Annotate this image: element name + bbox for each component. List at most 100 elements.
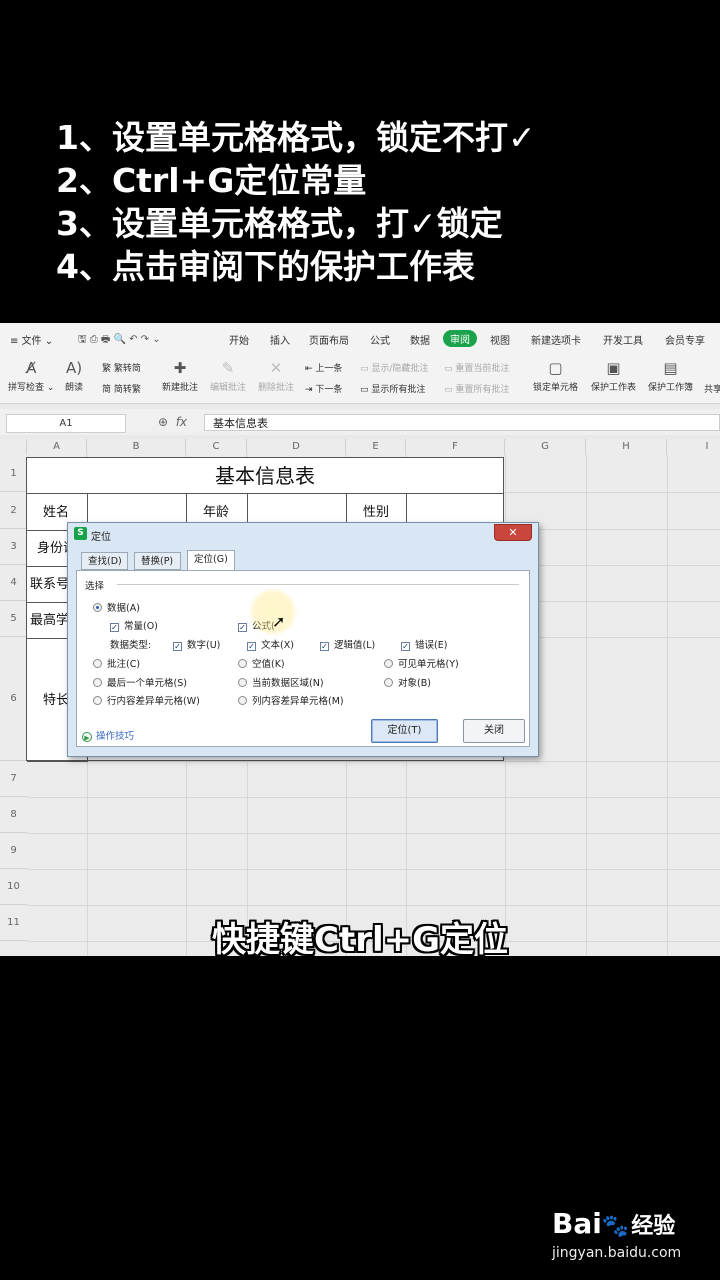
radio-data[interactable]: 数据(A): [93, 600, 140, 614]
tab-new[interactable]: 新建选项卡: [531, 332, 581, 347]
tips-link[interactable]: ▶ 操作技巧: [82, 728, 134, 742]
read-aloud-button[interactable]: A) 朗读: [65, 359, 83, 393]
row-header[interactable]: 2: [0, 492, 27, 529]
file-menu[interactable]: ≡ 文件 ⌄: [10, 332, 53, 347]
quick-access-icons[interactable]: 🖫 ⎙ 🖶 🔍 ↶ ↷ ⌄: [78, 332, 161, 349]
col-header[interactable]: A: [27, 439, 87, 455]
row-header[interactable]: 7: [0, 761, 27, 797]
tip-icon: ▶: [82, 732, 92, 742]
show-all-comments-button[interactable]: ▭ 显示所有批注: [360, 382, 425, 395]
delete-comment-button[interactable]: ✕ 删除批注: [258, 359, 294, 393]
convert-icon: 简: [102, 385, 112, 395]
col-header[interactable]: E: [346, 439, 406, 455]
formula-input[interactable]: 基本信息表: [204, 414, 720, 431]
review-ribbon: A̸ 拼写检查 ⌄ A) 朗读 繁 繁转简 简 简转繁 ✚ 新建批注 ✎ 编辑批注 ✕ 删…: [0, 353, 720, 404]
trad-to-simp-button[interactable]: 繁 繁转简: [102, 361, 141, 374]
row-header[interactable]: 5: [0, 601, 27, 637]
table-title[interactable]: 基本信息表: [27, 458, 504, 494]
row-header[interactable]: 1: [0, 455, 27, 492]
radio-blank[interactable]: 空值(K): [238, 656, 285, 670]
col-header[interactable]: H: [586, 439, 667, 455]
dialog-title: 定位: [91, 532, 111, 543]
goto-dialog: S 定位 ✕ 查找(D) 替换(P) 定位(G) 选择 数据(A) ✓ 常量(O)…: [67, 522, 539, 757]
radio-row-differences[interactable]: 行内容差异单元格(W): [93, 693, 200, 707]
video-subtitle: 快捷键Ctrl+G定位: [211, 920, 509, 960]
comment-icon: ▭: [360, 385, 369, 395]
row-header[interactable]: 4: [0, 565, 27, 601]
locate-button[interactable]: 定位(T): [371, 719, 438, 743]
radio-icon: [238, 696, 247, 705]
check-error[interactable]: ✓ 错误(E): [401, 637, 447, 651]
row-header[interactable]: 3: [0, 529, 27, 565]
tab-developer[interactable]: 开发工具: [603, 332, 643, 347]
check-logic[interactable]: ✓ 逻辑值(L): [320, 637, 375, 651]
tab-data[interactable]: 数据: [410, 332, 430, 347]
close-button[interactable]: 关闭: [463, 719, 525, 743]
radio-last-cell[interactable]: 最后一个单元格(S): [93, 675, 187, 689]
radio-comment[interactable]: 批注(C): [93, 656, 140, 670]
prev-comment-button[interactable]: ⇤ 上一条: [305, 361, 342, 374]
row-header[interactable]: 10: [0, 869, 27, 905]
protect-workbook-button[interactable]: ▤ 保护工作簿: [648, 359, 693, 393]
row-header[interactable]: 6: [0, 637, 27, 761]
radio-icon: [238, 678, 247, 687]
protect-sheet-button[interactable]: ▣ 保护工作表: [591, 359, 636, 393]
lock-cell-button[interactable]: ▢ 锁定单元格: [533, 359, 578, 393]
instruction-steps: 1、设置单元格格式，锁定不打✓ 2、Ctrl+G定位常量 3、设置单元格格式，打…: [56, 116, 536, 288]
tab-page-layout[interactable]: 页面布局: [309, 332, 349, 347]
radio-selected-icon: [93, 603, 102, 612]
share-button[interactable]: 共享: [704, 382, 720, 395]
tab-goto[interactable]: 定位(G): [187, 550, 235, 571]
section-label: 选择: [85, 581, 105, 592]
radio-objects[interactable]: 对象(B): [384, 675, 431, 689]
corner-cell[interactable]: [0, 439, 27, 455]
spell-check-button[interactable]: A̸ 拼写检查 ⌄: [8, 359, 54, 393]
wps-logo-icon: S: [74, 527, 87, 540]
radio-column-differences[interactable]: 列内容差异单元格(M): [238, 693, 344, 707]
fx-icon[interactable]: ⊕ fx: [158, 415, 187, 429]
reset-current-comment-button[interactable]: ▭ 重置当前批注: [444, 361, 509, 374]
radio-visible-cells[interactable]: 可见单元格(Y): [384, 656, 459, 670]
col-header[interactable]: D: [247, 439, 346, 455]
step-4: 4、点击审阅下的保护工作表: [56, 247, 475, 286]
radio-current-region[interactable]: 当前数据区域(N): [238, 675, 324, 689]
next-comment-button[interactable]: ⇥ 下一条: [305, 382, 342, 395]
dialog-titlebar[interactable]: S 定位 ✕: [68, 523, 538, 545]
reset-all-comments-button[interactable]: ▭ 重置所有批注: [444, 382, 509, 395]
menu-bar: ≡ 文件 ⌄ 🖫 ⎙ 🖶 🔍 ↶ ↷ ⌄ 开始 插入 页面布局 公式 数据 审阅…: [0, 323, 720, 353]
reset-icon: ▭: [444, 385, 453, 395]
baidu-watermark: Bai🐾经验 jingyan.baidu.com: [552, 1207, 681, 1261]
data-types-label: 数据类型:: [110, 640, 152, 651]
tab-insert[interactable]: 插入: [270, 332, 290, 347]
dialog-close-button[interactable]: ✕: [494, 524, 532, 541]
name-box[interactable]: A1: [6, 414, 126, 433]
baidu-paw-icon: 🐾: [601, 1214, 630, 1239]
tab-review[interactable]: 审阅: [443, 330, 477, 347]
step-1: 1、设置单元格格式，锁定不打✓: [56, 118, 536, 157]
row-header[interactable]: 9: [0, 833, 27, 869]
tab-member[interactable]: 会员专享: [665, 332, 705, 347]
col-header[interactable]: G: [505, 439, 586, 455]
row-header[interactable]: 8: [0, 797, 27, 833]
comment-icon: ▭: [360, 364, 369, 374]
tab-formula[interactable]: 公式: [370, 332, 390, 347]
check-number[interactable]: ✓ 数字(U): [173, 637, 220, 651]
col-header[interactable]: F: [406, 439, 505, 455]
tab-replace[interactable]: 替换(P): [134, 552, 181, 570]
tab-home[interactable]: 开始: [229, 332, 249, 347]
check-icon: ✓: [110, 623, 119, 632]
check-text[interactable]: ✓ 文本(X): [247, 637, 294, 651]
tab-find[interactable]: 查找(D): [81, 552, 128, 570]
edit-comment-button[interactable]: ✎ 编辑批注: [210, 359, 246, 393]
show-hide-comment-button[interactable]: ▭ 显示/隐藏批注: [360, 361, 428, 374]
prev-icon: ⇤: [305, 364, 313, 374]
check-constant[interactable]: ✓ 常量(O): [110, 618, 158, 632]
col-header[interactable]: C: [186, 439, 247, 455]
spell-check-icon: A̸: [26, 359, 37, 377]
simp-to-trad-button[interactable]: 简 简转繁: [102, 382, 141, 395]
new-comment-button[interactable]: ✚ 新建批注: [162, 359, 198, 393]
col-header[interactable]: I: [667, 439, 720, 455]
protect-sheet-icon: ▣: [606, 359, 621, 377]
tab-view[interactable]: 视图: [490, 332, 510, 347]
col-header[interactable]: B: [87, 439, 186, 455]
